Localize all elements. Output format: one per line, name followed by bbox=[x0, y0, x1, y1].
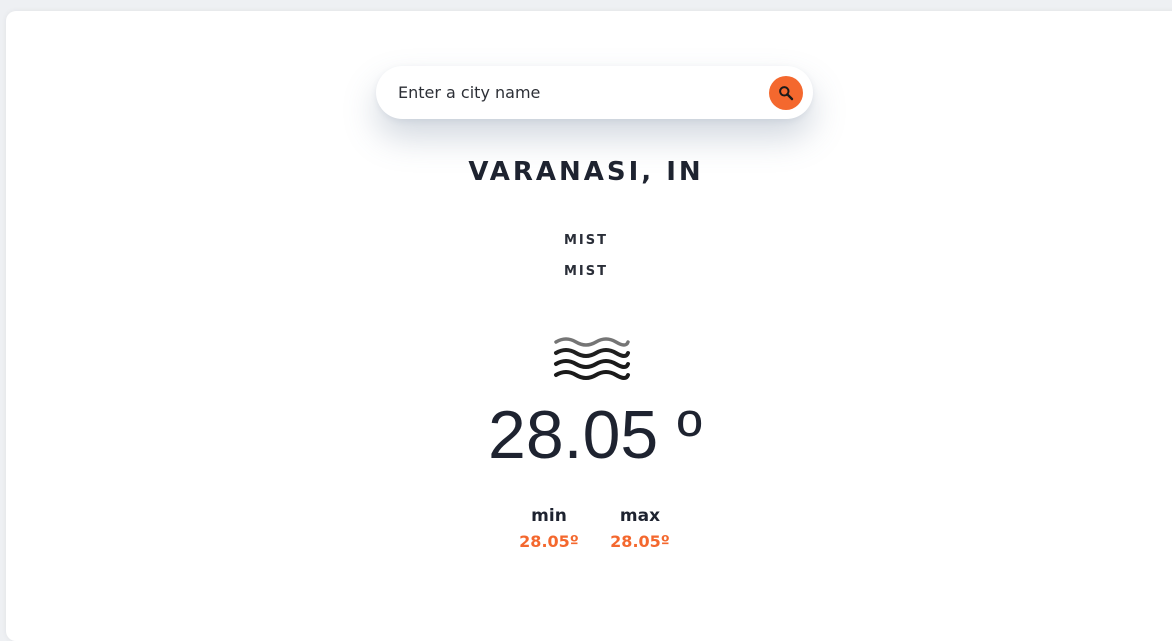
current-temperature: 28.05 º bbox=[488, 397, 702, 473]
search-bar bbox=[376, 66, 813, 119]
min-temperature: min 28.05º bbox=[509, 506, 589, 551]
min-value: 28.05º bbox=[519, 532, 579, 551]
weather-main: MIST bbox=[563, 233, 608, 248]
search-icon bbox=[779, 86, 794, 101]
search-button[interactable] bbox=[769, 76, 803, 110]
max-label: max bbox=[619, 506, 661, 526]
max-value: 28.05º bbox=[610, 532, 670, 551]
mist-icon bbox=[554, 337, 630, 380]
weather-description: MIST bbox=[563, 264, 608, 279]
max-temperature: max 28.05º bbox=[600, 506, 680, 551]
city-name: VARANASI, IN bbox=[468, 157, 704, 187]
min-label: min bbox=[531, 506, 567, 526]
search-input[interactable] bbox=[398, 66, 758, 119]
